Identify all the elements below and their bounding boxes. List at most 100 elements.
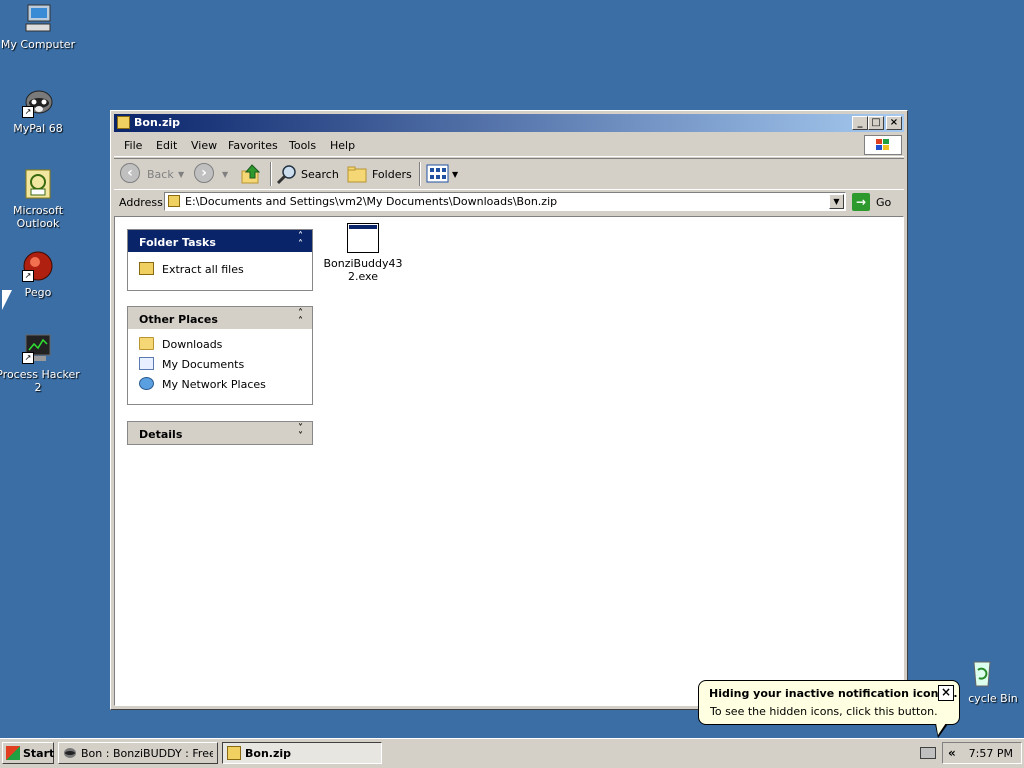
- views-button[interactable]: ▼: [426, 163, 462, 185]
- start-button[interactable]: Start: [2, 742, 54, 764]
- windows-flag-icon: [6, 746, 20, 760]
- desktop-icon-my-computer[interactable]: My Computer: [0, 2, 80, 51]
- network-places-icon: [139, 377, 154, 390]
- folder-icon: [139, 337, 154, 350]
- system-tray: « 7:57 PM: [942, 742, 1022, 764]
- folder-tasks-panel: Folder Tasks ˄ ˄ Extract all files: [127, 229, 313, 291]
- raccoon-icon: ↗: [22, 86, 54, 118]
- address-value: E:\Documents and Settings\vm2\My Documen…: [185, 195, 558, 208]
- menu-edit[interactable]: Edit: [156, 139, 177, 152]
- place-my-documents-link[interactable]: My Documents: [128, 354, 312, 374]
- extract-icon: [139, 262, 154, 275]
- zip-folder-icon: [168, 195, 180, 207]
- taskbar-button-bonzi[interactable]: Bon : BonziBUDDY : Free...: [58, 742, 218, 764]
- place-downloads-link[interactable]: Downloads: [128, 334, 312, 354]
- views-dropdown-icon: ▼: [452, 170, 459, 179]
- clock[interactable]: 7:57 PM: [969, 747, 1013, 760]
- toolbar-separator: [270, 162, 272, 186]
- my-documents-icon: [139, 357, 154, 370]
- menu-favorites[interactable]: Favorites: [228, 139, 278, 152]
- keyboard-icon[interactable]: [920, 747, 936, 759]
- details-header[interactable]: Details ˅ ˅: [128, 422, 312, 444]
- balloon-close-button[interactable]: ×: [938, 685, 954, 701]
- desktop-icon-label: cycle Bin: [968, 692, 1018, 705]
- back-label: Back: [147, 168, 174, 181]
- other-places-title: Other Places: [139, 313, 218, 326]
- menu-view[interactable]: View: [191, 139, 217, 152]
- notification-balloon[interactable]: Hiding your inactive notification icons.…: [698, 680, 960, 738]
- folders-button[interactable]: Folders: [346, 163, 414, 185]
- place-label: My Documents: [162, 358, 245, 371]
- go-arrow-icon: →: [852, 193, 870, 211]
- shortcut-arrow-icon: ↗: [22, 352, 34, 364]
- forward-button[interactable]: › ▼: [194, 163, 230, 185]
- forward-dropdown-icon[interactable]: ▼: [222, 170, 228, 179]
- collapse-chevron-icon: ˄ ˄: [298, 231, 303, 250]
- back-button[interactable]: ‹ Back ▼: [120, 163, 186, 185]
- maximize-button[interactable]: □: [868, 116, 884, 130]
- content-area: Folder Tasks ˄ ˄ Extract all files Other …: [114, 216, 904, 706]
- desktop-icon-pego[interactable]: ↗ Pego: [0, 250, 80, 299]
- taskbar: Start Bon : BonziBUDDY : Free... Bon.zip…: [0, 738, 1024, 768]
- folder-tasks-header[interactable]: Folder Tasks ˄ ˄: [128, 230, 312, 252]
- back-arrow-icon: ‹: [120, 163, 140, 183]
- desktop-icon-label: Pego: [24, 286, 52, 299]
- desktop-icon-mypal[interactable]: ↗ MyPal 68: [0, 86, 80, 135]
- title-bar[interactable]: Bon.zip _ □ ×: [114, 114, 904, 132]
- forward-arrow-icon: ›: [194, 163, 214, 183]
- explorer-window: Bon.zip _ □ × File Edit View Favorites T…: [110, 110, 908, 710]
- zip-folder-icon: [117, 116, 130, 129]
- up-folder-icon: [241, 164, 261, 184]
- window-title: Bon.zip: [134, 116, 180, 129]
- zip-folder-icon: [227, 746, 241, 760]
- outlook-icon: [22, 168, 54, 200]
- search-button[interactable]: Search: [276, 163, 340, 185]
- search-icon: [276, 165, 296, 185]
- desktop-icon-label: Process Hacker 2: [0, 368, 80, 394]
- place-label: Downloads: [162, 338, 223, 351]
- process-hacker-icon: ↗: [22, 332, 54, 364]
- search-label: Search: [301, 168, 339, 181]
- details-title: Details: [139, 428, 183, 441]
- balloon-title: Hiding your inactive notification icons.…: [709, 687, 958, 700]
- minimize-button[interactable]: _: [852, 116, 868, 130]
- back-dropdown-icon[interactable]: ▼: [178, 170, 184, 179]
- exe-file-icon: [347, 223, 379, 253]
- task-label: Bon : BonziBUDDY : Free...: [81, 747, 213, 760]
- close-button[interactable]: ×: [886, 116, 902, 130]
- toolbar: ‹ Back ▼ › ▼ Search Folders ▼: [114, 158, 904, 190]
- address-bar: Address E:\Documents and Settings\vm2\My…: [114, 190, 904, 214]
- pego-icon: ↗: [22, 250, 54, 282]
- mouse-cursor-icon: [2, 290, 12, 310]
- toolbar-separator: [419, 162, 421, 186]
- collapse-chevron-icon: ˄ ˄: [298, 308, 303, 327]
- other-places-header[interactable]: Other Places ˄ ˄: [128, 307, 312, 329]
- details-panel: Details ˅ ˅: [127, 421, 313, 445]
- desktop-icon-label: Microsoft Outlook: [12, 204, 64, 230]
- raccoon-icon: [64, 748, 76, 758]
- menu-tools[interactable]: Tools: [289, 139, 316, 152]
- extract-all-files-label: Extract all files: [162, 263, 244, 276]
- folders-label: Folders: [372, 168, 412, 181]
- recycle-bin-icon: [966, 656, 998, 688]
- menu-help[interactable]: Help: [330, 139, 355, 152]
- extract-all-files-link[interactable]: Extract all files: [128, 259, 312, 279]
- expand-chevron-icon: ˅ ˅: [298, 423, 303, 442]
- place-label: My Network Places: [162, 378, 266, 391]
- desktop-icon-process-hacker[interactable]: ↗ Process Hacker 2: [0, 332, 80, 394]
- menu-bar: File Edit View Favorites Tools Help: [114, 134, 904, 157]
- address-input[interactable]: E:\Documents and Settings\vm2\My Documen…: [164, 192, 846, 211]
- menu-file[interactable]: File: [124, 139, 142, 152]
- desktop-icon-outlook[interactable]: Microsoft Outlook: [0, 168, 80, 230]
- folder-tasks-title: Folder Tasks: [139, 236, 216, 249]
- computer-icon: [22, 2, 54, 34]
- file-name: BonziBuddy432.exe: [323, 257, 403, 283]
- up-folder-button[interactable]: [240, 163, 264, 185]
- file-item[interactable]: BonziBuddy432.exe: [323, 223, 403, 283]
- taskbar-button-bon-zip[interactable]: Bon.zip: [222, 742, 382, 764]
- shortcut-arrow-icon: ↗: [22, 270, 34, 282]
- go-button[interactable]: → Go: [852, 192, 896, 212]
- place-network-link[interactable]: My Network Places: [128, 374, 312, 394]
- address-dropdown-button[interactable]: ▼: [829, 194, 844, 209]
- show-hidden-icons-button[interactable]: «: [948, 746, 956, 760]
